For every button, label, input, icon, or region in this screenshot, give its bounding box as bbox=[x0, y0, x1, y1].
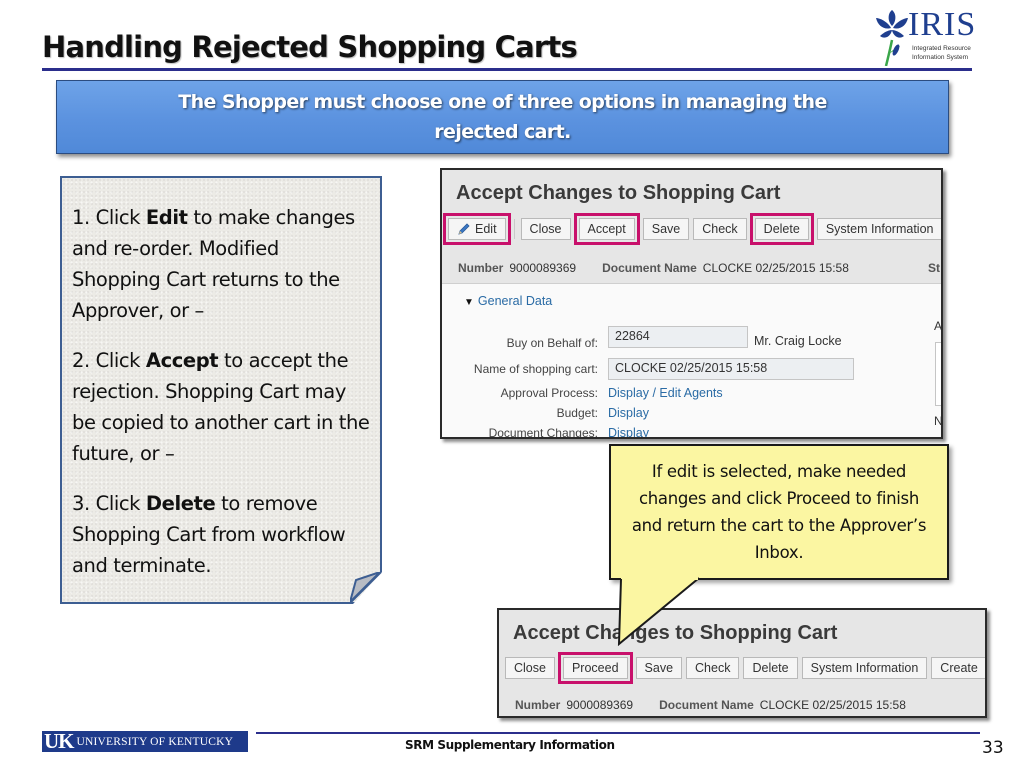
document-changes-row: Document Changes: Display bbox=[448, 426, 928, 439]
sap-toolbar: Close Proceed Save Check Delete System I… bbox=[505, 652, 985, 684]
intro-banner: The Shopper must choose one of three opt… bbox=[56, 80, 949, 154]
university-of-kentucky-logo: UK UNIVERSITY OF KENTUCKY bbox=[42, 729, 248, 753]
cart-name-row: Name of shopping cart: CLOCKE 02/25/2015… bbox=[448, 358, 928, 384]
check-button[interactable]: Check bbox=[693, 218, 747, 240]
uk-name: UNIVERSITY OF KENTUCKY bbox=[76, 735, 234, 748]
status-label-truncated: St bbox=[928, 261, 940, 275]
buy-on-behalf-name: Mr. Craig Locke bbox=[754, 334, 842, 348]
instruction-action: Accept bbox=[145, 349, 219, 372]
approval-process-label: Approval Process: bbox=[500, 386, 598, 400]
proceed-button[interactable]: Proceed bbox=[558, 652, 633, 684]
uk-mark: UK bbox=[44, 729, 74, 753]
edit-button[interactable]: Edit bbox=[443, 213, 511, 245]
iris-subtitle: Integrated Resource Information System bbox=[912, 44, 971, 62]
document-meta: Number 9000089369 Document Name CLOCKE 02/2… bbox=[515, 698, 932, 712]
budget-label: Budget: bbox=[556, 406, 598, 420]
create-button[interactable]: Create bbox=[931, 657, 985, 679]
triangle-down-icon: ▼ bbox=[464, 297, 474, 308]
cart-name-input[interactable]: CLOCKE 02/25/2015 15:58 bbox=[608, 358, 854, 380]
document-changes-label: Document Changes: bbox=[488, 426, 598, 439]
title-divider bbox=[42, 68, 972, 71]
instruction-item: 1. Click Edit to make changes and re-ord… bbox=[72, 202, 372, 326]
sap-header: Accept Changes to Shopping Cart Edit Clo… bbox=[442, 170, 941, 284]
footer-divider bbox=[256, 732, 980, 734]
save-button[interactable]: Save bbox=[635, 657, 683, 679]
accept-button[interactable]: Accept bbox=[573, 213, 640, 245]
approval-process-row: Approval Process: Display / Edit Agents bbox=[448, 386, 928, 404]
budget-row: Budget: Display bbox=[448, 406, 928, 424]
sap-header: Accept Changes to Shopping Cart Close Pr… bbox=[499, 610, 985, 716]
document-name-value: CLOCKE 02/25/2015 15:58 bbox=[702, 261, 849, 275]
instruction-item: 3. Click Delete to remove Shopping Cart … bbox=[72, 488, 372, 581]
instruction-prefix: 2. Click bbox=[72, 349, 146, 372]
iris-subtitle-line1: Integrated Resource bbox=[912, 45, 971, 52]
display-edit-agents-link[interactable]: Display / Edit Agents bbox=[608, 386, 723, 400]
slide-title: Handling Rejected Shopping Carts bbox=[42, 30, 578, 64]
save-button[interactable]: Save bbox=[642, 218, 690, 240]
iris-flower-icon bbox=[876, 10, 908, 66]
instructions-note: 1. Click Edit to make changes and re-ord… bbox=[60, 176, 382, 604]
edit-button-label: Edit bbox=[475, 222, 497, 236]
instruction-prefix: 1. Click bbox=[72, 206, 146, 229]
close-button[interactable]: Close bbox=[520, 218, 571, 240]
buy-on-behalf-row: Buy on Behalf of: 22864 Mr. Craig Locke bbox=[448, 326, 928, 356]
footer-text: SRM Supplementary Information bbox=[405, 738, 615, 752]
instruction-action: Delete bbox=[145, 492, 216, 515]
sap-page-title: Accept Changes to Shopping Cart bbox=[456, 182, 781, 204]
page-number: 33 bbox=[982, 738, 1004, 758]
sap-screenshot-proceed: Accept Changes to Shopping Cart Close Pr… bbox=[497, 608, 987, 718]
number-value: 9000089369 bbox=[509, 261, 577, 275]
document-changes-display-link[interactable]: Display bbox=[608, 426, 649, 437]
buy-on-behalf-input[interactable]: 22864 bbox=[608, 326, 748, 348]
delete-button[interactable]: Delete bbox=[749, 213, 814, 245]
document-name-label: Document Name bbox=[659, 698, 754, 712]
system-information-button[interactable]: System Information bbox=[816, 218, 941, 240]
callout-pointer bbox=[617, 574, 700, 646]
side-label-truncated: A bbox=[934, 319, 943, 333]
iris-wordmark: IRIS bbox=[908, 6, 977, 43]
general-data-toggle[interactable]: ▼ General Data bbox=[464, 294, 552, 308]
iris-subtitle-line2: Information System bbox=[912, 54, 968, 61]
number-label: Number bbox=[458, 261, 504, 275]
instruction-item: 2. Click Accept to accept the rejection.… bbox=[72, 345, 372, 469]
iris-logo: IRIS Integrated Resource Information Sys… bbox=[872, 6, 982, 66]
page-curl-icon bbox=[350, 572, 382, 604]
number-value: 9000089369 bbox=[566, 698, 634, 712]
banner-text: The Shopper must choose one of three opt… bbox=[178, 91, 827, 143]
delete-button[interactable]: Delete bbox=[743, 657, 798, 679]
document-name-label: Document Name bbox=[602, 261, 697, 275]
toolbar-separator bbox=[513, 219, 515, 239]
side-textarea-truncated[interactable] bbox=[935, 342, 941, 406]
callout-text: If edit is selected, make needed changes… bbox=[631, 462, 927, 562]
pencil-icon bbox=[458, 223, 470, 235]
sap-toolbar: Edit Close Accept Save Check Delete Syst… bbox=[443, 213, 941, 245]
side-label-truncated: N bbox=[934, 414, 943, 428]
document-meta: Number 9000089369 Document Name CLOCKE 02/2… bbox=[458, 261, 875, 275]
cart-name-label: Name of shopping cart: bbox=[473, 362, 598, 376]
instruction-prefix: 3. Click bbox=[72, 492, 146, 515]
document-name-value: CLOCKE 02/25/2015 15:58 bbox=[759, 698, 906, 712]
buy-on-behalf-label: Buy on Behalf of: bbox=[506, 336, 598, 350]
general-data-section: ▼ General Data Buy on Behalf of: 22864 Mr… bbox=[442, 284, 943, 439]
sap-screenshot-accept-changes: Accept Changes to Shopping Cart Edit Clo… bbox=[440, 168, 943, 439]
edit-callout: If edit is selected, make needed changes… bbox=[609, 444, 949, 580]
budget-display-link[interactable]: Display bbox=[608, 406, 649, 420]
system-information-button[interactable]: System Information bbox=[801, 657, 928, 679]
general-data-title: General Data bbox=[477, 294, 553, 308]
close-button[interactable]: Close bbox=[505, 657, 555, 679]
check-button[interactable]: Check bbox=[686, 657, 740, 679]
instruction-action: Edit bbox=[145, 206, 188, 229]
number-label: Number bbox=[515, 698, 561, 712]
